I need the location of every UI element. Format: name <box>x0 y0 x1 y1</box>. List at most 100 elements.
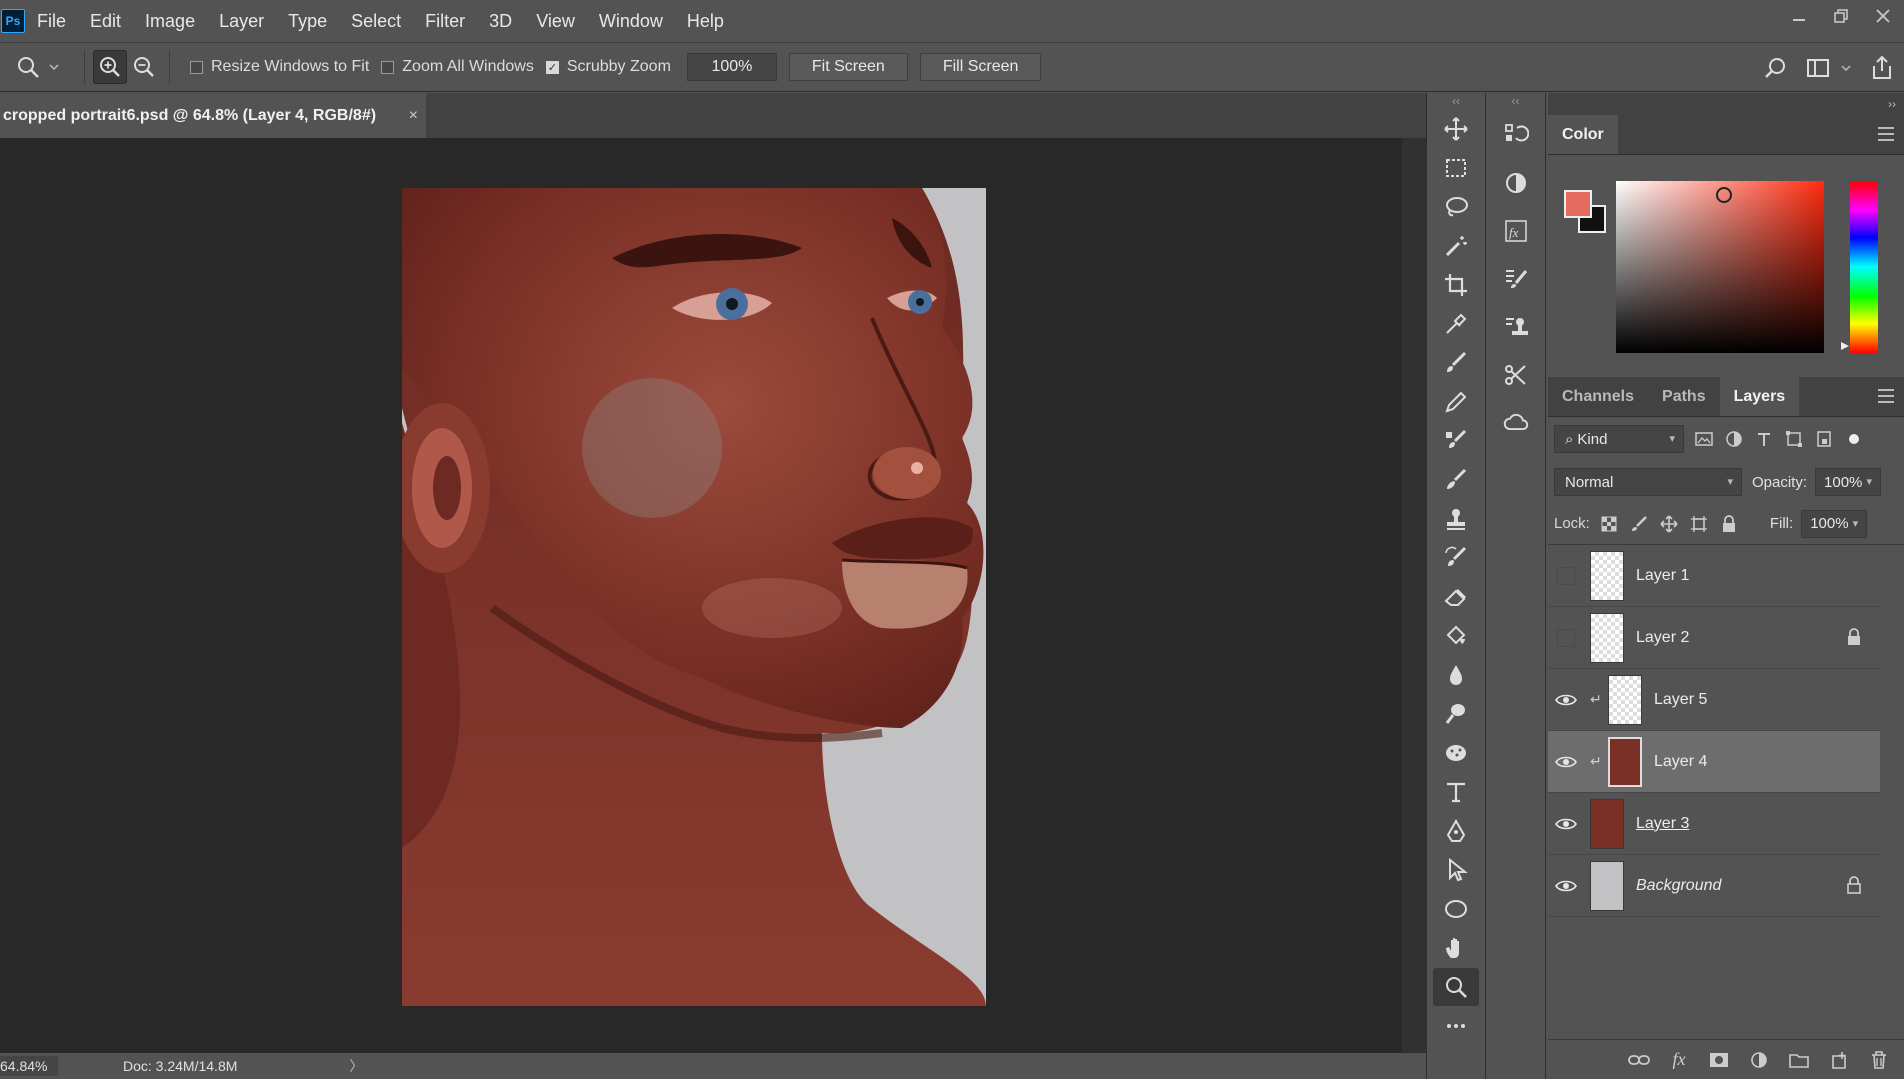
more-tools-button[interactable] <box>1433 1007 1479 1045</box>
link-layers-icon[interactable] <box>1628 1049 1650 1071</box>
menu-image[interactable]: Image <box>133 0 207 42</box>
layer-name[interactable]: Layer 3 <box>1636 815 1689 833</box>
restore-button[interactable] <box>1820 0 1862 32</box>
visibility-toggle[interactable] <box>1548 731 1584 793</box>
blend-mode-select[interactable]: Normal ▾ <box>1554 468 1742 496</box>
lock-artboard-icon[interactable] <box>1688 513 1710 535</box>
layer-name[interactable]: Layer 5 <box>1654 691 1707 709</box>
resize-windows-checkbox[interactable]: Resize Windows to Fit <box>190 58 369 76</box>
menu-help[interactable]: Help <box>675 0 736 42</box>
visibility-toggle[interactable] <box>1548 669 1584 731</box>
hue-slider-handle-icon[interactable] <box>1840 341 1850 351</box>
layer-name[interactable]: Layer 4 <box>1654 753 1707 771</box>
move-tool[interactable] <box>1433 110 1479 148</box>
tab-paths[interactable]: Paths <box>1648 377 1720 416</box>
menu-file[interactable]: File <box>25 0 78 42</box>
layer-row[interactable]: Layer 1 <box>1548 545 1880 607</box>
history-brush-tool[interactable] <box>1433 539 1479 577</box>
layer-row[interactable]: Layer 3 <box>1548 793 1880 855</box>
document-tab[interactable]: cropped portrait6.psd @ 64.8% (Layer 4, … <box>0 93 426 138</box>
eyedropper-tool[interactable] <box>1433 305 1479 343</box>
ellipse-tool[interactable] <box>1433 890 1479 928</box>
history-panel-button[interactable] <box>1493 113 1539 157</box>
lock-all-icon[interactable] <box>1718 513 1740 535</box>
layer-row[interactable]: Layer 2 <box>1548 607 1880 669</box>
blur-tool[interactable] <box>1433 656 1479 694</box>
libraries-panel-button[interactable] <box>1493 401 1539 445</box>
zoom-tool[interactable] <box>1433 968 1479 1006</box>
color-picker-cursor[interactable] <box>1716 187 1732 203</box>
layer-name[interactable]: Layer 2 <box>1636 629 1689 647</box>
lock-pixels-icon[interactable] <box>1628 513 1650 535</box>
foreground-color-swatch[interactable] <box>1564 190 1592 218</box>
fill-screen-button[interactable]: Fill Screen <box>919 53 1042 81</box>
filter-shape-icon[interactable] <box>1784 429 1804 449</box>
brush-settings-button[interactable] <box>1493 257 1539 301</box>
collapse-icon[interactable]: ‹‹ <box>1427 93 1485 109</box>
filter-type-icon[interactable] <box>1754 429 1774 449</box>
filter-smart-object-icon[interactable] <box>1814 429 1834 449</box>
filter-adjustment-icon[interactable] <box>1724 429 1744 449</box>
clone-source-button[interactable] <box>1493 305 1539 349</box>
visibility-toggle[interactable] <box>1548 607 1584 669</box>
tab-color[interactable]: Color <box>1548 115 1618 154</box>
zoom-in-button[interactable] <box>93 50 127 84</box>
layer-name[interactable]: Layer 1 <box>1636 567 1689 585</box>
panel-menu-icon[interactable] <box>1878 389 1894 403</box>
filter-pixel-icon[interactable] <box>1694 429 1714 449</box>
new-group-icon[interactable] <box>1788 1049 1810 1071</box>
pencil-tool[interactable] <box>1433 383 1479 421</box>
zoom-out-button[interactable] <box>127 50 161 84</box>
paint-bucket-tool[interactable] <box>1433 617 1479 655</box>
tab-layers[interactable]: Layers <box>1719 377 1800 416</box>
menu-edit[interactable]: Edit <box>78 0 133 42</box>
fill-field[interactable]: 100% ▾ <box>1801 509 1868 538</box>
layer-name[interactable]: Background <box>1636 877 1721 895</box>
scrubby-zoom-checkbox[interactable]: ✓ Scrubby Zoom <box>545 58 671 76</box>
close-tab-icon[interactable]: × <box>409 107 418 125</box>
sponge-tool[interactable] <box>1433 734 1479 772</box>
lock-position-icon[interactable] <box>1658 513 1680 535</box>
adjustments-panel-button[interactable] <box>1493 161 1539 205</box>
path-select-tool[interactable] <box>1433 851 1479 889</box>
tab-channels[interactable]: Channels <box>1548 377 1648 416</box>
menu-3d[interactable]: 3D <box>477 0 524 42</box>
search-icon[interactable] <box>1764 56 1788 80</box>
layer-row[interactable]: Background <box>1548 855 1880 917</box>
filter-kind-select[interactable]: ⌕ Kind ▾ <box>1554 425 1684 453</box>
status-menu-icon[interactable]: 〉 <box>349 1056 363 1076</box>
zoom-percent-button[interactable]: 100% <box>686 53 777 81</box>
visibility-toggle[interactable] <box>1548 855 1584 917</box>
fit-screen-button[interactable]: Fit Screen <box>788 53 908 81</box>
styles-panel-button[interactable]: fx <box>1493 209 1539 253</box>
zoom-all-windows-checkbox[interactable]: Zoom All Windows <box>381 58 534 76</box>
type-tool[interactable] <box>1433 773 1479 811</box>
trash-icon[interactable] <box>1868 1049 1890 1071</box>
hand-tool[interactable] <box>1433 929 1479 967</box>
canvas-image[interactable] <box>402 188 986 1006</box>
crop-tool[interactable] <box>1433 266 1479 304</box>
adjustment-layer-icon[interactable] <box>1748 1049 1770 1071</box>
menu-select[interactable]: Select <box>339 0 413 42</box>
minimize-button[interactable] <box>1778 0 1820 32</box>
document-size[interactable]: Doc: 3.24M/14.8M <box>123 1058 237 1074</box>
opacity-field[interactable]: 100% ▾ <box>1815 468 1882 496</box>
panel-menu-icon[interactable] <box>1878 127 1894 141</box>
workspace-switcher[interactable] <box>1806 57 1852 79</box>
brush-tool[interactable] <box>1433 344 1479 382</box>
fx-icon[interactable]: fx <box>1668 1049 1690 1071</box>
visibility-toggle[interactable] <box>1548 793 1584 855</box>
marquee-tool[interactable] <box>1433 149 1479 187</box>
visibility-toggle[interactable] <box>1548 545 1584 607</box>
menu-layer[interactable]: Layer <box>207 0 276 42</box>
filter-toggle-icon[interactable] <box>1844 429 1864 449</box>
menu-window[interactable]: Window <box>587 0 675 42</box>
collapse-icon[interactable]: ‹‹ <box>1486 93 1545 109</box>
layer-row[interactable]: ↵ Layer 5 <box>1548 669 1880 731</box>
hue-slider[interactable] <box>1850 181 1878 353</box>
mixer-brush-tool[interactable] <box>1433 422 1479 460</box>
dodge-tool[interactable] <box>1433 695 1479 733</box>
smudge-brush-tool[interactable] <box>1433 461 1479 499</box>
magic-wand-tool[interactable] <box>1433 227 1479 265</box>
zoom-level-field[interactable]: 64.84% <box>0 1056 58 1076</box>
